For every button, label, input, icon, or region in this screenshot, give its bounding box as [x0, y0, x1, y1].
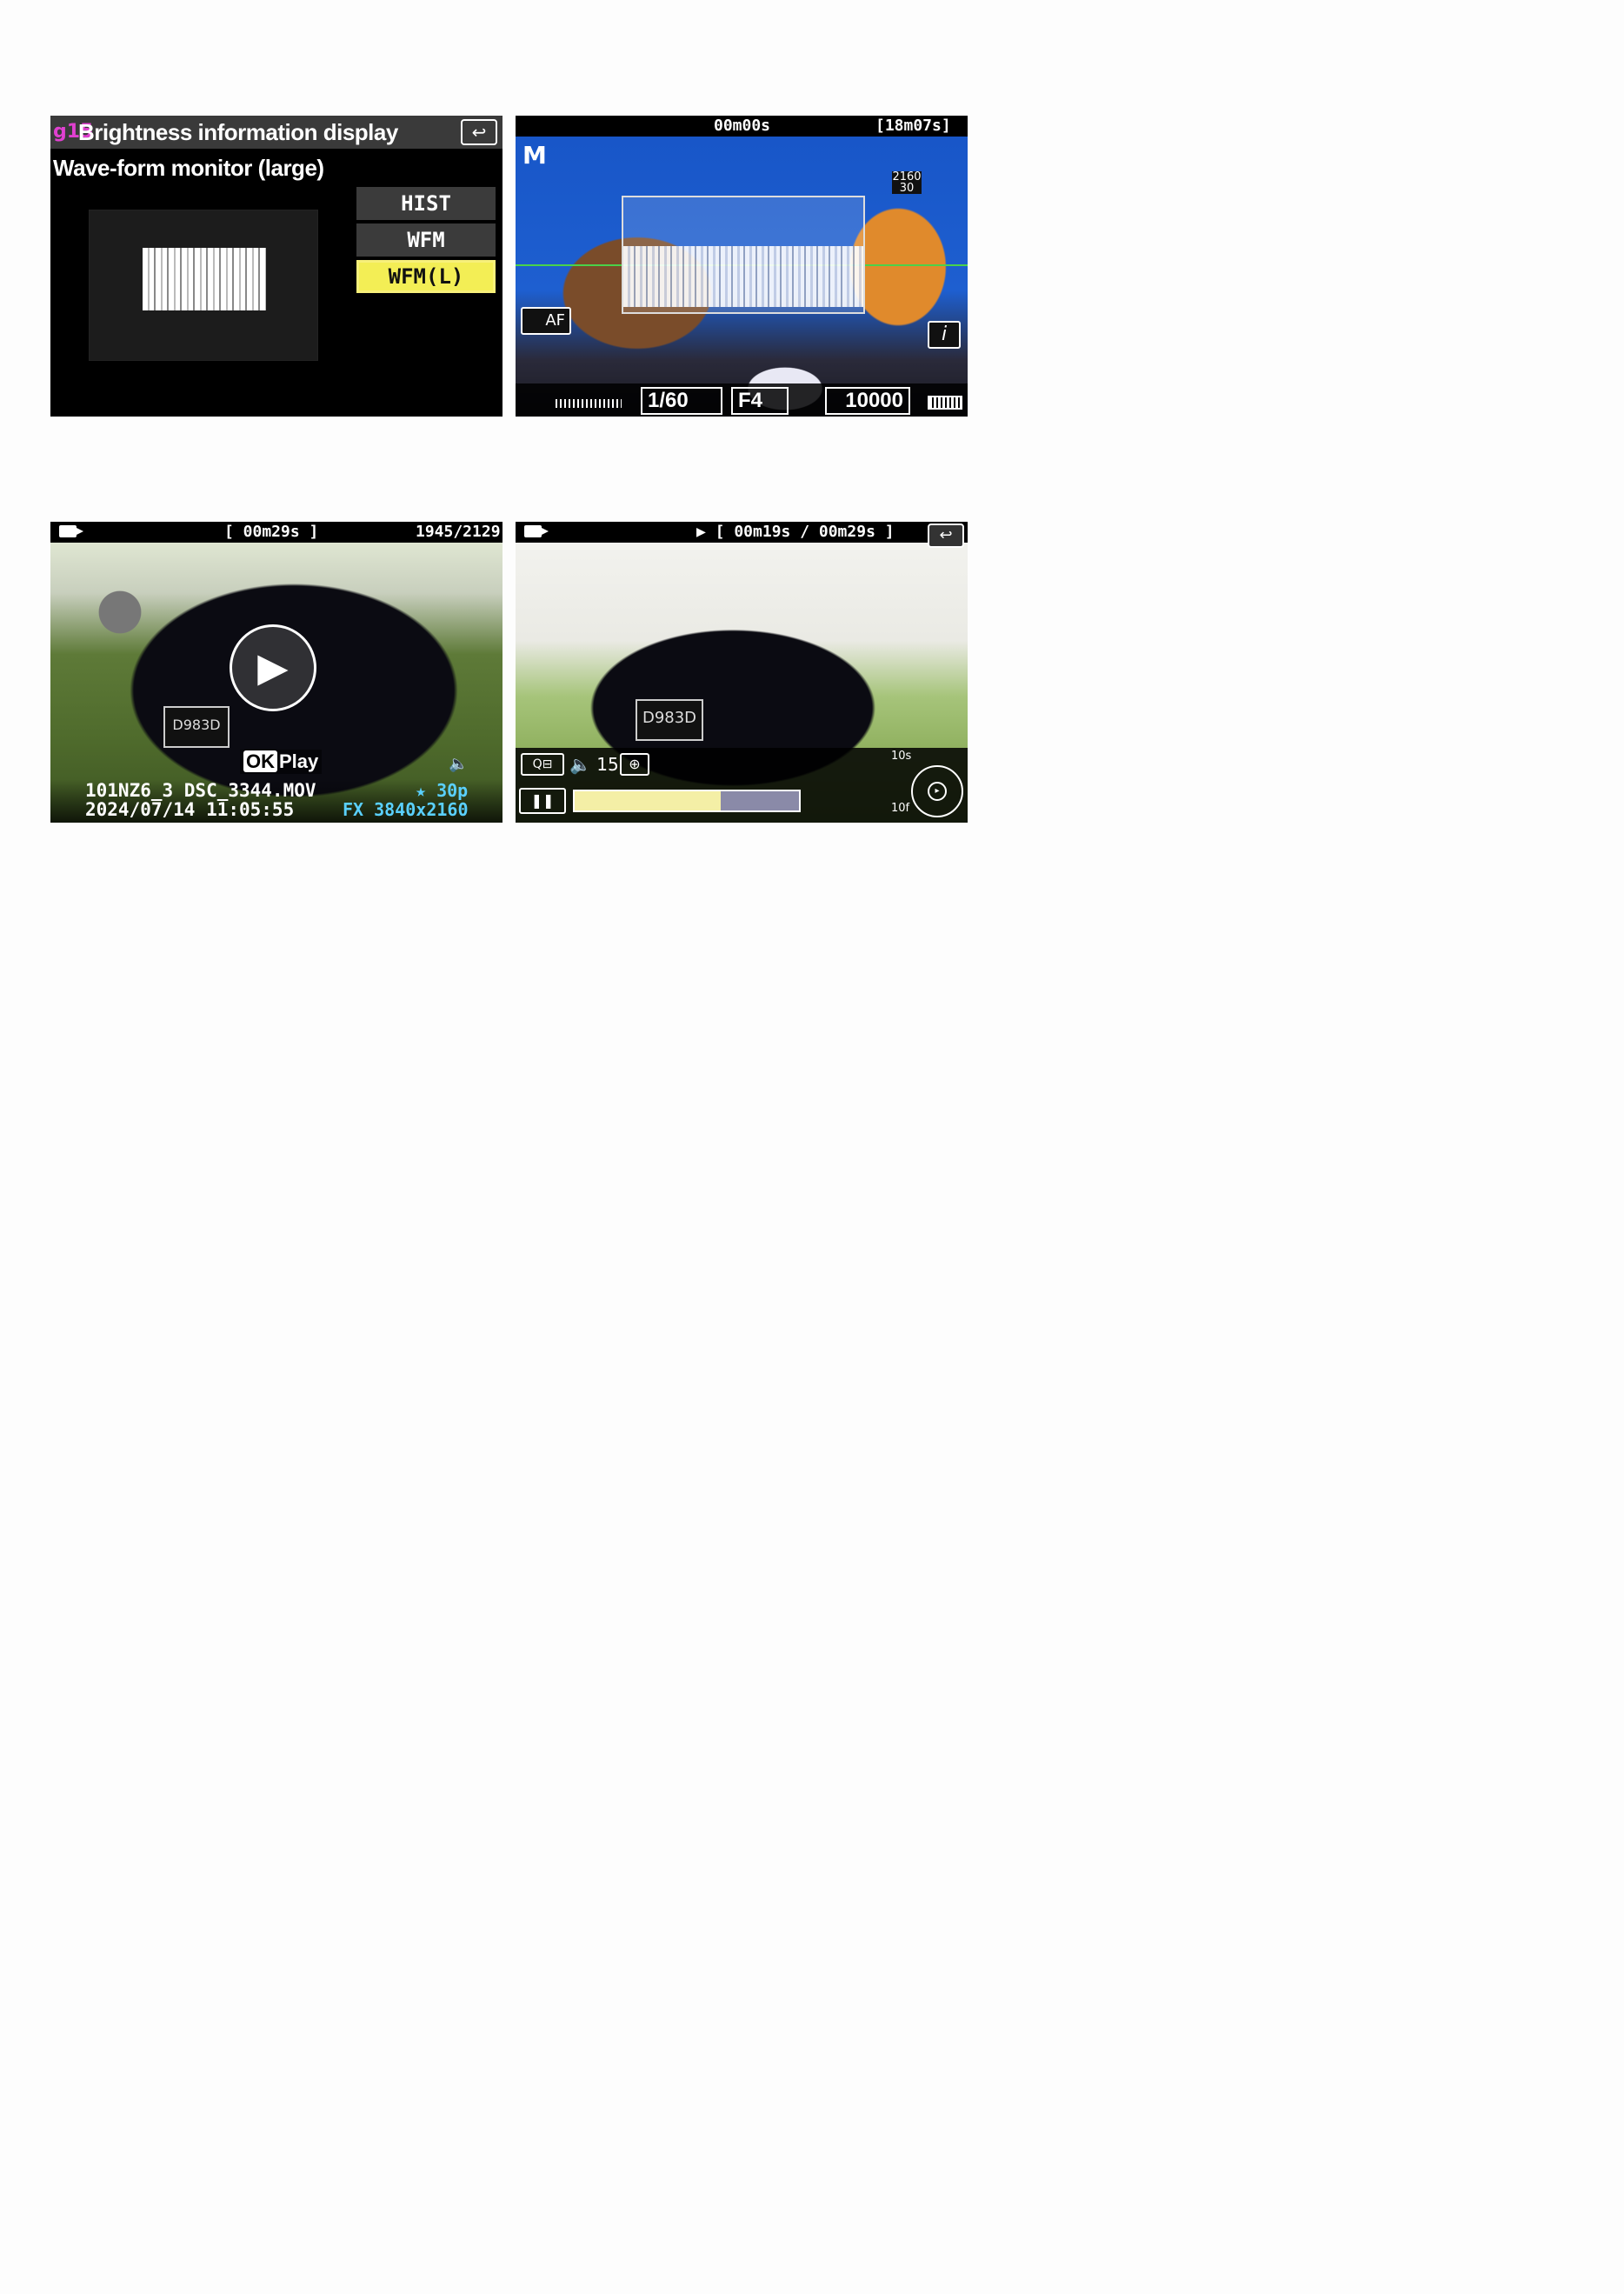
info-icon[interactable]: i	[928, 321, 961, 349]
option-wfm-large[interactable]: WFM(L)	[356, 260, 496, 293]
play-icon[interactable]: ▶	[230, 624, 316, 711]
movie-playing-screen: D983D ▶ [ 00m19s / 00m29s ] ↩ Q⊟ 🔈 15 ⊕ …	[516, 522, 968, 823]
playback-status: ▶ [ 00m19s / 00m29s ]	[696, 523, 895, 541]
brightness-menu-screen: g15 Brightness information display ↩ Wav…	[50, 116, 503, 417]
frame-rate: ★ 30p	[416, 780, 469, 801]
iso-value[interactable]: 10000	[825, 387, 910, 415]
elapsed-time: 00m00s	[714, 117, 771, 135]
play-label: Play	[279, 750, 319, 772]
progress-bar[interactable]	[573, 790, 801, 812]
dial-play-icon[interactable]: ▸	[928, 782, 947, 801]
af-button[interactable]: AF	[521, 307, 571, 335]
menu-title: Brightness information display	[78, 119, 398, 145]
aperture[interactable]: F4	[731, 387, 789, 415]
pause-icon[interactable]: ❚❚	[519, 788, 566, 814]
resolution-badge: 2160 30	[892, 170, 922, 195]
zoom-in-icon[interactable]: ⊕	[620, 753, 649, 776]
live-view-screen: 00m00s [18m07s] M 2160 30 AF i 1/60 F4 1…	[516, 116, 968, 417]
zoom-out-icon[interactable]: Q⊟	[521, 753, 564, 776]
volume-level[interactable]: 🔈 15	[569, 753, 619, 776]
license-plate: D983D	[636, 699, 703, 741]
ok-label: OK	[243, 750, 277, 772]
frame-size: FX 3840x2160	[343, 799, 469, 820]
audio-meter	[556, 399, 622, 408]
file-name: 101NZ6_3 DSC_3344.MOV	[85, 780, 316, 801]
playback-screen: D983D [ 00m29s ] 1945/2129 ▶ OK Play 🔈 10…	[50, 522, 503, 823]
back-icon[interactable]: ↩	[461, 119, 497, 145]
skip-frames-label: 10f	[891, 802, 910, 815]
movie-duration: [ 00m29s ]	[224, 523, 319, 541]
movie-icon	[59, 525, 83, 537]
option-hist[interactable]: HIST	[356, 187, 496, 220]
frame-counter: 1945/2129	[416, 523, 501, 541]
waveform-graphic	[143, 248, 266, 310]
ok-play-button[interactable]: OK Play	[240, 750, 323, 774]
menu-subtitle: Wave-form monitor (large)	[53, 155, 324, 181]
volume-icon: 🔈	[449, 755, 469, 773]
waveform-trace	[623, 246, 863, 307]
option-wfm[interactable]: WFM	[356, 223, 496, 257]
skip-seconds-label: 10s	[891, 750, 912, 763]
date-time: 2024/07/14 11:05:55	[85, 799, 295, 820]
license-plate: D983D	[163, 706, 230, 748]
movie-icon	[524, 525, 549, 537]
exposure-mode: M	[522, 141, 547, 170]
progress-fill	[575, 791, 721, 810]
battery-icon	[928, 396, 962, 410]
back-icon[interactable]: ↩	[928, 523, 964, 548]
remaining-time: [18m07s]	[875, 117, 951, 135]
shutter-speed[interactable]: 1/60	[641, 387, 722, 415]
